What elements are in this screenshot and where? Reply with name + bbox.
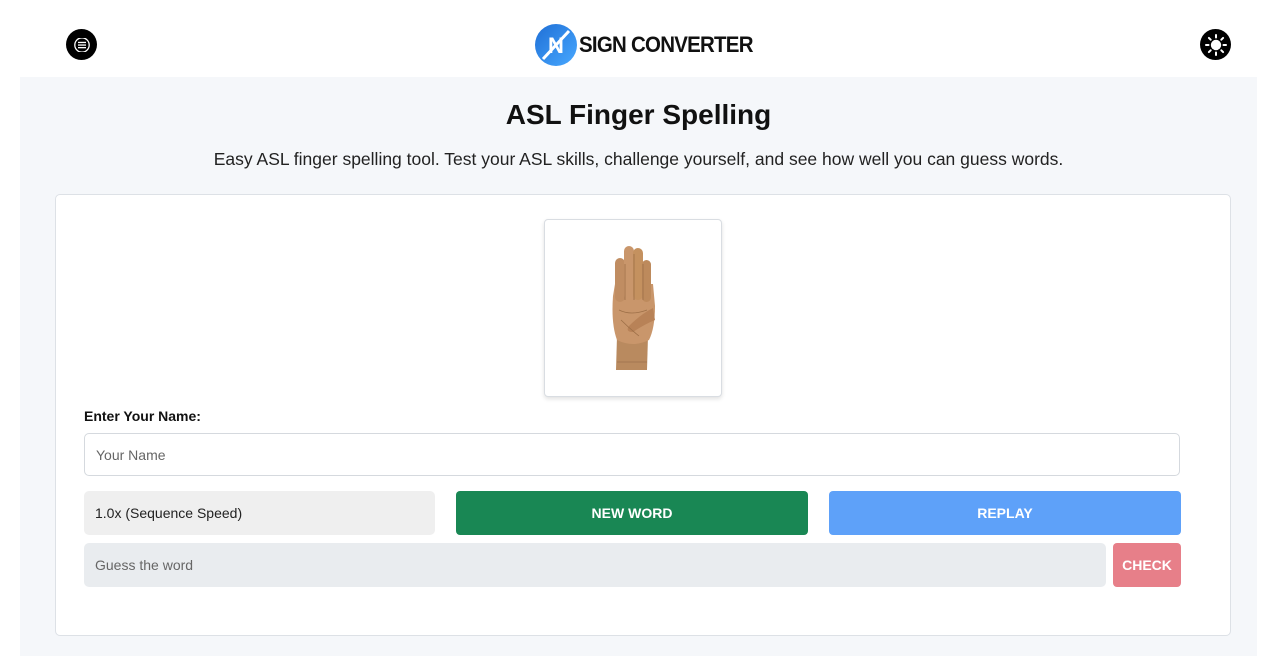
main-content: ASL Finger Spelling Easy ASL finger spel… (20, 77, 1257, 656)
logo-text: SIGN CONVERTER (579, 32, 753, 57)
replay-button[interactable]: REPLAY (829, 491, 1181, 535)
asl-hand-sign-icon (612, 246, 655, 370)
speed-select[interactable]: 1.0x (Sequence Speed) (84, 491, 435, 535)
sun-icon (1204, 33, 1227, 56)
finger-spelling-card: Enter Your Name: 1.0x (Sequence Speed) N… (55, 194, 1231, 636)
top-navbar: N SIGN CONVERTER (0, 0, 1280, 77)
page-title: ASL Finger Spelling (505, 99, 772, 130)
check-button[interactable]: CHECK (1113, 543, 1181, 587)
sign-display (544, 219, 722, 397)
name-label: Enter Your Name: (84, 408, 201, 424)
guess-input[interactable] (84, 543, 1106, 587)
hamburger-menu-icon (73, 37, 90, 52)
menu-button[interactable] (66, 29, 97, 60)
new-word-button[interactable]: NEW WORD (456, 491, 808, 535)
name-input[interactable] (84, 433, 1180, 476)
speed-select-value: 1.0x (Sequence Speed) (95, 505, 243, 521)
page-description: Easy ASL finger spelling tool. Test your… (213, 149, 1064, 169)
site-logo[interactable]: N SIGN CONVERTER (534, 22, 766, 68)
logo-mark-icon: N (535, 24, 577, 66)
svg-text:N: N (548, 33, 564, 58)
theme-toggle-button[interactable] (1200, 29, 1231, 60)
